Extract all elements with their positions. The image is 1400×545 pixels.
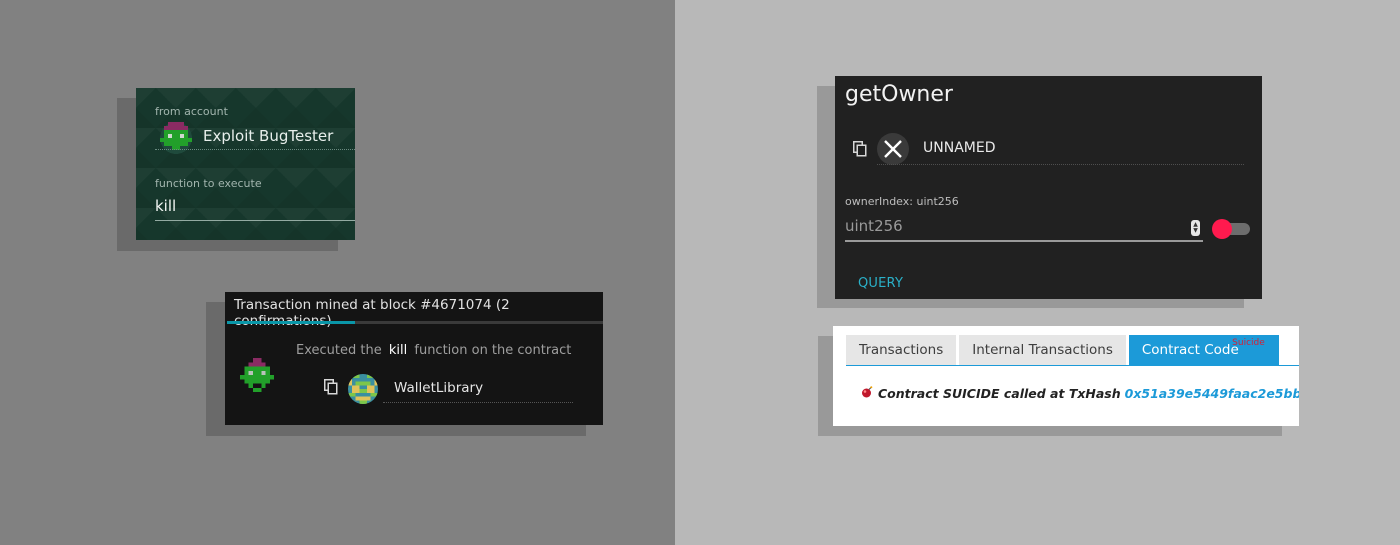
tab-rule (846, 365, 1299, 366)
confirmation-progress-fill (227, 321, 355, 324)
tab-internal-transactions[interactable]: Internal Transactions (959, 335, 1126, 365)
number-spinner-icon[interactable]: ▲ ▼ (1191, 220, 1200, 236)
owner-index-input[interactable] (845, 214, 1203, 238)
query-panel: getOwner UNNAMED ownerIndex: uint256 ▲▼ … (835, 76, 1262, 299)
sender-avatar (240, 358, 274, 396)
divider (383, 402, 573, 403)
suicide-badge: Suicide (1232, 338, 1265, 348)
function-select[interactable]: kill (155, 197, 176, 215)
account-avatar (160, 122, 192, 158)
transaction-header: Transaction mined at block #4671074 (2 c… (234, 297, 510, 329)
divider (155, 149, 355, 150)
account-name[interactable]: Exploit BugTester (203, 127, 333, 145)
param-label: ownerIndex: uint256 (845, 195, 959, 208)
executed-function: kill (388, 343, 408, 358)
function-underline (155, 220, 355, 221)
divider (877, 164, 1244, 165)
tab-bar: Transactions Internal Transactions Contr… (846, 335, 1282, 365)
confirmation-progress (227, 321, 603, 324)
owner-name[interactable]: UNNAMED (923, 140, 995, 156)
tab-transactions[interactable]: Transactions (846, 335, 957, 365)
executed-suffix: function on the contract (414, 343, 572, 358)
account-function-panel: from account Exploit BugTester function … (136, 88, 355, 240)
copy-icon[interactable] (324, 379, 338, 399)
tab-label: Contract Code (1141, 342, 1239, 358)
close-icon (877, 133, 909, 165)
copy-icon[interactable] (853, 141, 867, 161)
toggle-knob[interactable] (1212, 219, 1232, 239)
from-account-label: from account (155, 105, 228, 118)
method-title: getOwner (845, 82, 953, 107)
executed-message: Executed the kill function on the contra… (296, 343, 571, 358)
transaction-panel: Transaction mined at block #4671074 (2 c… (225, 292, 603, 425)
contract-avatar (348, 374, 378, 408)
query-button[interactable]: QUERY (858, 276, 903, 291)
executed-prefix: Executed the (296, 343, 382, 358)
txhash-link[interactable]: 0x51a39e5449faac2e5bbdd87970 (1125, 386, 1299, 401)
message-text: Contract SUICIDE called at TxHash (878, 386, 1121, 401)
function-label: function to execute (155, 177, 262, 190)
tab-label: Internal Transactions (972, 342, 1113, 358)
input-underline (845, 240, 1203, 242)
bomb-icon (861, 386, 873, 401)
suicide-message: Contract SUICIDE called at TxHash 0x51a3… (861, 386, 1299, 401)
tab-label: Transactions (859, 342, 944, 358)
tab-contract-code[interactable]: Contract Code Suicide (1128, 335, 1279, 365)
contract-name[interactable]: WalletLibrary (394, 380, 483, 396)
left-background (0, 0, 675, 545)
etherscan-panel: Transactions Internal Transactions Contr… (833, 326, 1299, 426)
